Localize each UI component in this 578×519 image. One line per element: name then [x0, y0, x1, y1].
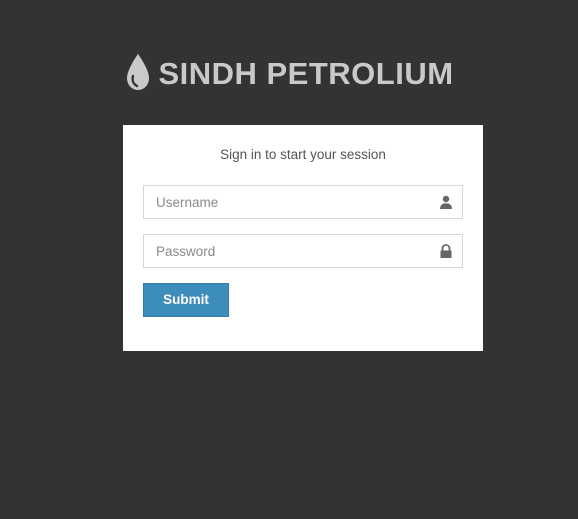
login-box: Sign in to start your session Submit — [123, 125, 483, 351]
username-field[interactable] — [143, 185, 463, 219]
oil-drop-icon — [127, 54, 150, 90]
brand-logo: SINDH PETROLIUM — [0, 48, 578, 100]
username-input[interactable] — [144, 186, 426, 218]
lock-icon — [440, 244, 452, 258]
password-field[interactable] — [143, 234, 463, 268]
brand-name: SINDH PETROLIUM — [158, 56, 454, 91]
login-message: Sign in to start your session — [220, 147, 386, 162]
user-icon — [440, 195, 452, 209]
password-input[interactable] — [144, 235, 426, 267]
submit-button[interactable]: Submit — [143, 283, 229, 317]
